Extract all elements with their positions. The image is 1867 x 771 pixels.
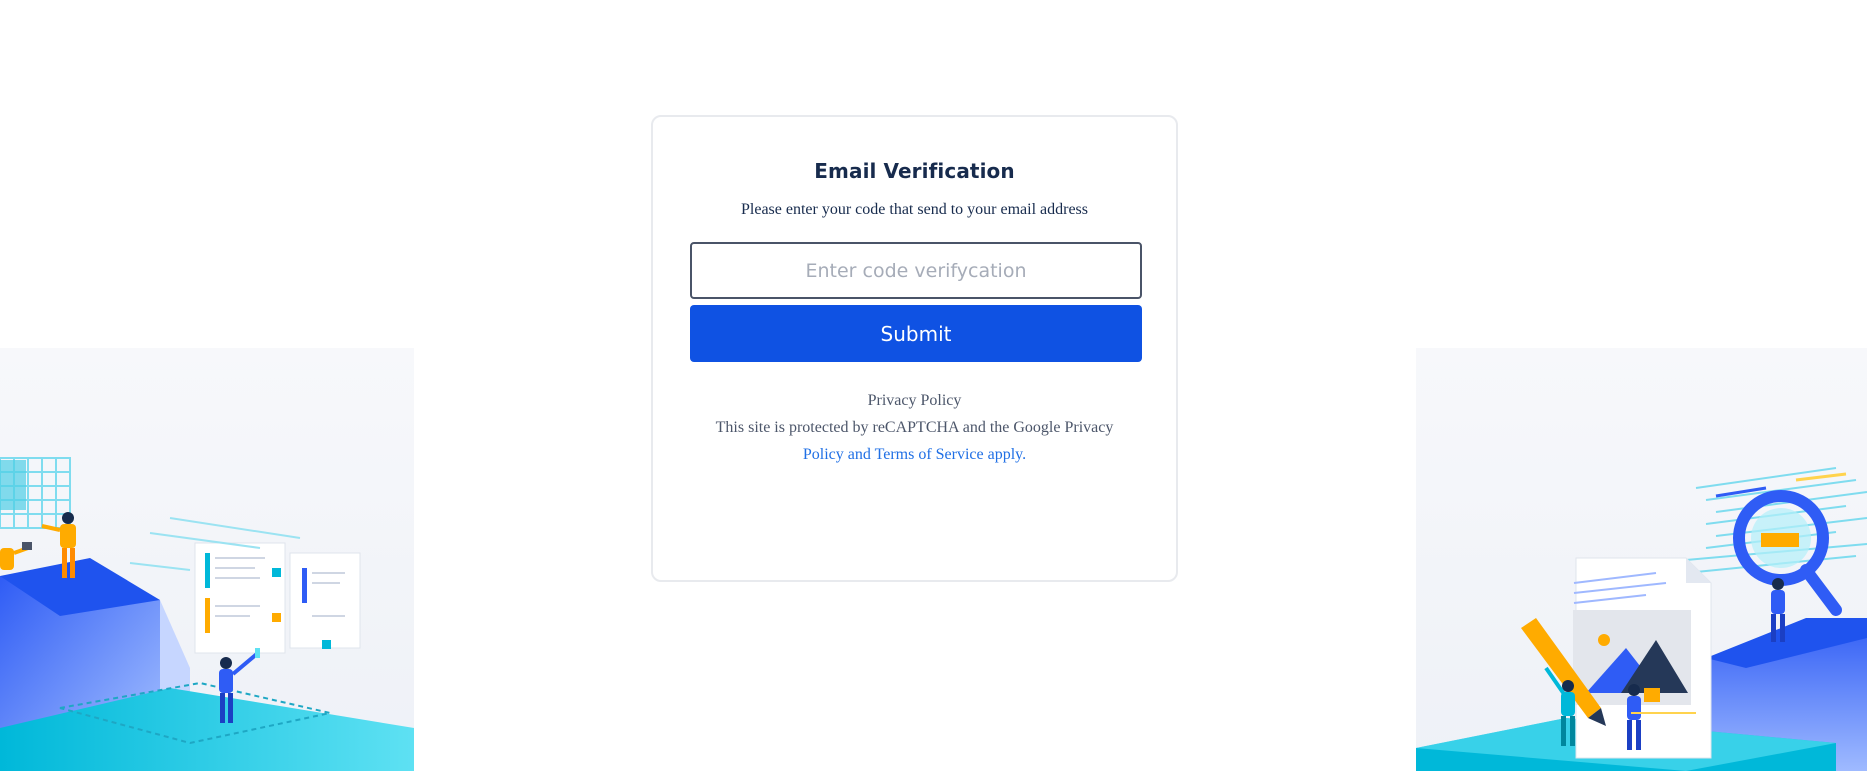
verification-code-input[interactable] xyxy=(690,242,1142,299)
verification-card: Email Verification Please enter your cod… xyxy=(651,115,1178,582)
recaptcha-text: This site is protected by reCAPTCHA and … xyxy=(715,419,1114,436)
page-title: Email Verification xyxy=(814,159,1015,183)
page: Email Verification Please enter your cod… xyxy=(0,0,1867,771)
search-document-illustration xyxy=(1416,348,1867,771)
terms-of-service-link[interactable]: Terms of Service xyxy=(875,446,984,463)
legal-notice: Privacy Policy This site is protected by… xyxy=(653,387,1176,468)
privacy-policy-link[interactable]: Privacy Policy xyxy=(868,392,962,409)
apply-text: apply. xyxy=(987,446,1027,463)
google-privacy-policy-link[interactable]: Policy and xyxy=(803,446,871,463)
submit-button[interactable]: Submit xyxy=(690,305,1142,362)
terms-line: Policy and Terms of Service apply. xyxy=(653,441,1176,468)
team-collaboration-illustration xyxy=(0,348,414,771)
instruction-text: Please enter your code that send to your… xyxy=(741,201,1088,218)
